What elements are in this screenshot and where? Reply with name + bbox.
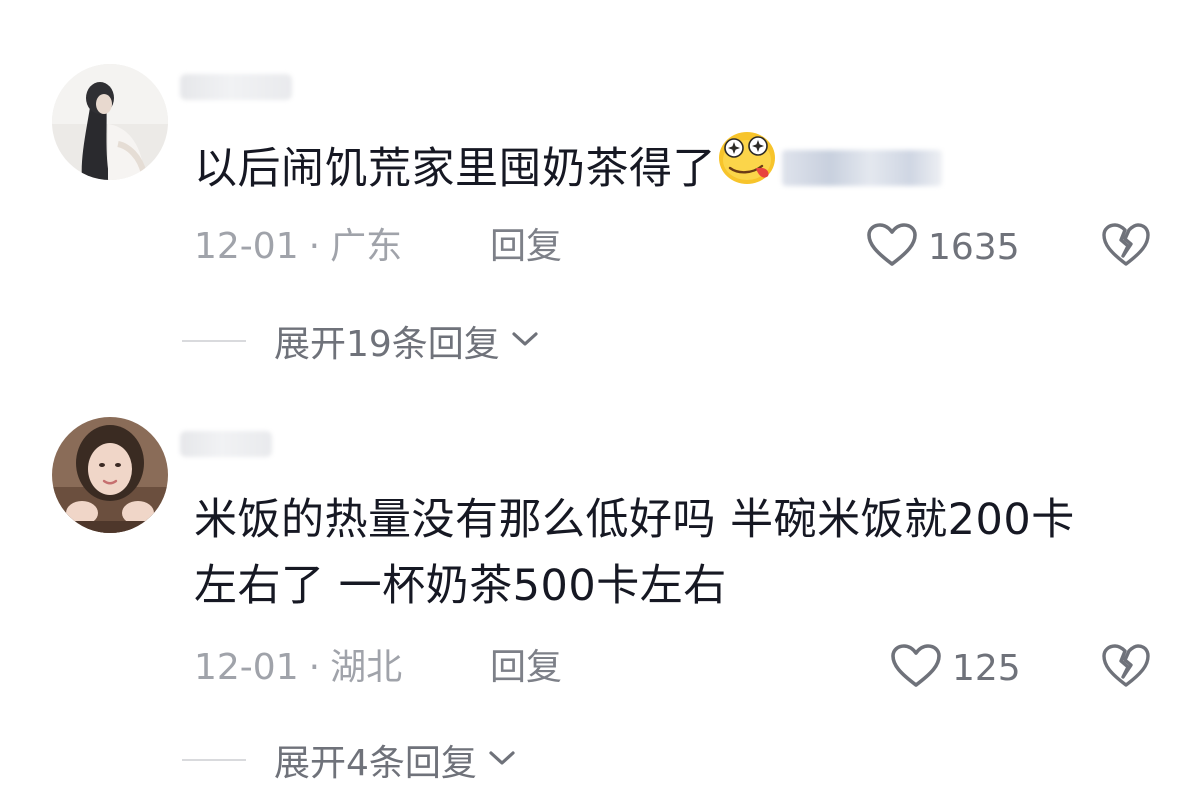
dislike-button[interactable] — [1100, 643, 1152, 693]
comment-text-body: 以后闹饥荒家里囤奶茶得了 — [194, 144, 716, 194]
expand-replies-label[interactable]: 展开19条回复 — [274, 315, 500, 367]
meta-separator: · — [308, 647, 321, 688]
like-count: 1635 — [928, 226, 1020, 268]
comment-date: 12-01 — [194, 647, 299, 688]
like-button[interactable]: 125 — [890, 643, 1021, 693]
drooling-face-emoji — [716, 128, 778, 205]
divider-line — [182, 759, 246, 761]
like-button[interactable]: 1635 — [866, 222, 1020, 272]
username-redacted[interactable] — [180, 431, 272, 457]
avatar[interactable] — [52, 417, 168, 533]
broken-heart-icon — [1101, 643, 1151, 693]
comment-item: 以后闹饥荒家里囤奶茶得了 12-01 · 广东 回复 1635 展开19条回复 — [0, 0, 1180, 395]
comment-text: 米饭的热量没有那么低好吗 半碗米饭就200卡 左右了 一杯奶茶500卡左右 — [194, 487, 1154, 619]
comment-text: 以后闹饥荒家里囤奶茶得了 — [194, 132, 1154, 205]
broken-heart-icon — [1101, 222, 1151, 272]
meta-separator: · — [308, 226, 321, 267]
comment-meta: 12-01 · 湖北 — [194, 643, 402, 693]
expand-replies[interactable]: 展开19条回复 — [182, 316, 540, 366]
comment-location: 广东 — [330, 226, 403, 267]
comment-item: 米饭的热量没有那么低好吗 半碗米饭就200卡 左右了 一杯奶茶500卡左右 12… — [0, 395, 1180, 787]
comment-date: 12-01 — [194, 226, 299, 267]
divider-line — [182, 340, 246, 342]
reply-button[interactable]: 回复 — [490, 643, 562, 693]
mention-redacted[interactable] — [782, 149, 942, 186]
chevron-down-icon — [487, 748, 517, 772]
expand-replies-label[interactable]: 展开4条回复 — [274, 734, 477, 786]
chevron-down-icon — [510, 329, 540, 353]
heart-outline-icon — [866, 222, 918, 272]
heart-outline-icon — [890, 643, 942, 693]
comment-text-line: 左右了 一杯奶茶500卡左右 — [194, 561, 727, 611]
comment-location: 湖北 — [330, 647, 403, 688]
username-redacted[interactable] — [180, 74, 292, 100]
like-count: 125 — [952, 647, 1021, 689]
comment-meta: 12-01 · 广东 — [194, 222, 402, 272]
expand-replies[interactable]: 展开4条回复 — [182, 735, 517, 785]
comment-text-line: 米饭的热量没有那么低好吗 半碗米饭就200卡 — [194, 495, 1075, 545]
reply-button[interactable]: 回复 — [490, 222, 562, 272]
dislike-button[interactable] — [1100, 222, 1152, 272]
avatar[interactable] — [52, 64, 168, 180]
